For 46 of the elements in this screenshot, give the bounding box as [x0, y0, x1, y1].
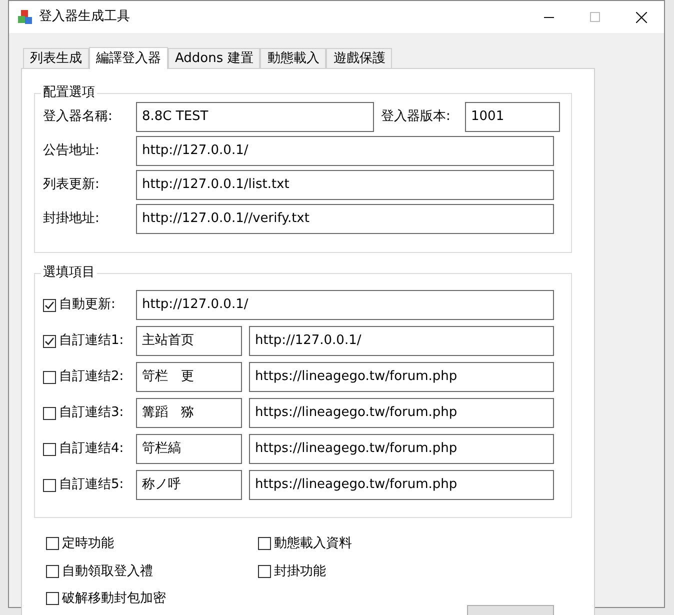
text-field[interactable]: https://lineagego.tw/forum.php — [249, 362, 554, 392]
text-field[interactable]: https://lineagego.tw/forum.php — [249, 398, 554, 428]
tab[interactable]: 動態載入 — [260, 48, 326, 68]
checkbox[interactable]: 定時功能 — [46, 534, 258, 554]
field-label: 登入器名稱: — [43, 108, 114, 126]
field-label: 登入器版本: — [381, 108, 452, 126]
checkbox[interactable]: 封掛功能 — [258, 562, 458, 581]
field-label: 封掛地址: — [43, 210, 100, 228]
tab[interactable]: 編譯登入器 — [89, 47, 168, 69]
maximize-icon — [590, 12, 600, 22]
text-field[interactable]: 笴栏縞 — [136, 434, 242, 464]
window-title: 登入器生成工具 — [39, 8, 130, 26]
checkbox[interactable]: 自訂連结3: — [43, 403, 136, 423]
tab[interactable]: 遊戲保護 — [326, 48, 392, 68]
tab[interactable]: 列表生成 — [23, 48, 89, 68]
text-field[interactable]: 称ノ呼 — [136, 470, 242, 500]
checkbox[interactable]: 自訂連结2: — [43, 367, 136, 387]
text-field[interactable]: https://lineagego.tw/forum.php — [249, 470, 554, 500]
group-title: 選填項目 — [41, 265, 97, 281]
text-field[interactable]: 8.8C TEST — [136, 102, 374, 132]
text-field[interactable]: http://127.0.0.1/ — [249, 326, 554, 356]
text-field[interactable]: http://127.0.0.1/ — [136, 290, 554, 320]
checkbox[interactable]: 動態載入資料 — [258, 534, 458, 554]
checkbox[interactable]: 破解移動封包加密 — [46, 589, 258, 608]
minimize-icon — [544, 16, 554, 18]
app-icon — [17, 9, 33, 25]
text-field[interactable]: 1001 — [465, 102, 560, 132]
text-field[interactable]: 笴栏 更 — [136, 362, 242, 392]
group-title: 配置選項 — [41, 85, 97, 101]
checkbox[interactable]: 自動領取登入禮 — [46, 562, 258, 581]
text-field[interactable]: http://127.0.0.1/list.txt — [136, 170, 554, 200]
close-icon — [636, 12, 646, 22]
checkmark-icon — [44, 336, 55, 346]
field-label: 公告地址: — [43, 142, 100, 160]
text-field[interactable]: 篝蹈 猕 — [136, 398, 242, 428]
text-field[interactable]: https://lineagego.tw/forum.php — [249, 434, 554, 464]
checkbox[interactable]: 自動更新: — [43, 295, 136, 315]
checkbox[interactable]: 自訂連结4: — [43, 439, 136, 459]
text-field[interactable]: 主站首页 — [136, 326, 242, 356]
checkbox[interactable]: 自訂連结1: — [43, 331, 136, 351]
text-field[interactable]: http://127.0.0.1/ — [136, 136, 554, 166]
checkbox[interactable]: 自訂連结5: — [43, 475, 136, 495]
checkmark-icon — [44, 300, 55, 310]
field-label: 列表更新: — [43, 176, 100, 194]
tab[interactable]: Addons 建置 — [168, 48, 260, 68]
text-field[interactable]: http://127.0.0.1//verify.txt — [136, 204, 554, 234]
